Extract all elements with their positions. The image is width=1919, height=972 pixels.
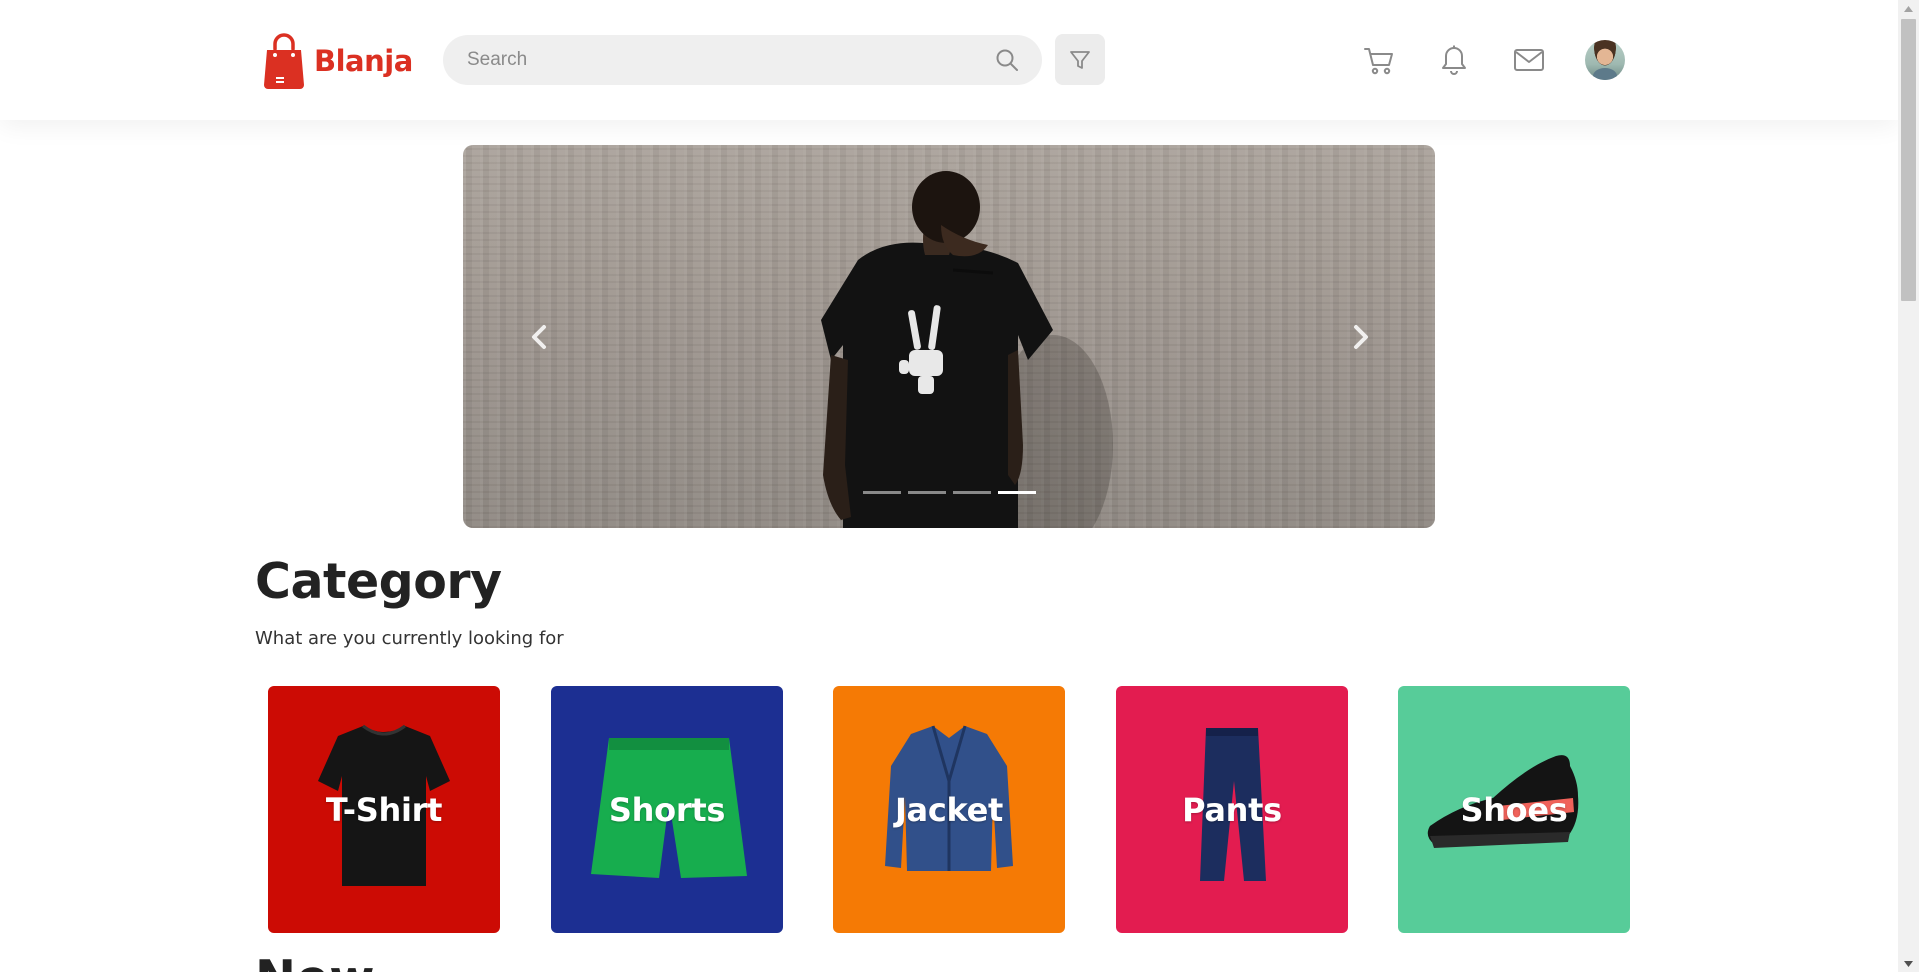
search-input[interactable] bbox=[467, 49, 994, 71]
category-label: Shorts bbox=[608, 790, 726, 829]
new-heading: New bbox=[255, 950, 375, 972]
category-heading: Category bbox=[255, 553, 502, 610]
brand-name: Blanja bbox=[314, 44, 413, 78]
search-bar bbox=[443, 35, 1042, 85]
page-scrollbar[interactable] bbox=[1898, 0, 1919, 972]
scroll-down-arrow-icon[interactable] bbox=[1898, 955, 1919, 972]
notification-button[interactable] bbox=[1436, 42, 1472, 78]
category-card-shoes[interactable]: Shoes bbox=[1398, 686, 1630, 933]
carousel-indicator[interactable] bbox=[863, 491, 901, 494]
carousel-indicators bbox=[863, 491, 1036, 494]
chevron-right-icon bbox=[1354, 325, 1368, 349]
scroll-up-arrow-icon[interactable] bbox=[1898, 0, 1919, 17]
cart-icon bbox=[1364, 48, 1393, 75]
category-card-jacket[interactable]: Jacket bbox=[833, 686, 1065, 933]
mail-icon bbox=[1514, 49, 1544, 71]
chevron-left-icon bbox=[532, 325, 546, 349]
category-label: Pants bbox=[1182, 790, 1282, 829]
category-label: Shoes bbox=[1460, 790, 1568, 829]
brand-logo[interactable]: Blanja bbox=[262, 32, 413, 90]
navbar: Blanja bbox=[0, 0, 1898, 120]
category-label: Jacket bbox=[894, 790, 1004, 829]
carousel-slide-image bbox=[821, 171, 1113, 528]
category-subtitle: What are you currently looking for bbox=[255, 628, 564, 649]
category-card-shorts[interactable]: Shorts bbox=[551, 686, 783, 933]
filter-button[interactable] bbox=[1055, 34, 1105, 85]
scrollbar-thumb[interactable] bbox=[1901, 19, 1916, 301]
cart-button[interactable] bbox=[1361, 42, 1397, 78]
hero-carousel bbox=[463, 145, 1435, 528]
shopping-bag-icon bbox=[262, 33, 306, 89]
search-icon[interactable] bbox=[994, 47, 1020, 73]
carousel-prev-button[interactable] bbox=[519, 317, 559, 357]
filter-icon bbox=[1070, 50, 1090, 69]
page: Blanja Search Category What are you curr… bbox=[0, 0, 1898, 972]
mail-button[interactable] bbox=[1511, 42, 1547, 78]
carousel-indicator-active[interactable] bbox=[998, 491, 1036, 494]
category-card-pants[interactable]: Pants bbox=[1116, 686, 1348, 933]
user-avatar[interactable] bbox=[1585, 40, 1625, 80]
carousel-next-button[interactable] bbox=[1341, 317, 1381, 357]
carousel-indicator[interactable] bbox=[908, 491, 946, 494]
carousel-indicator[interactable] bbox=[953, 491, 991, 494]
bell-icon bbox=[1442, 45, 1466, 75]
category-card-tshirt[interactable]: T-Shirt bbox=[268, 686, 500, 933]
category-label: T-Shirt bbox=[325, 790, 443, 829]
